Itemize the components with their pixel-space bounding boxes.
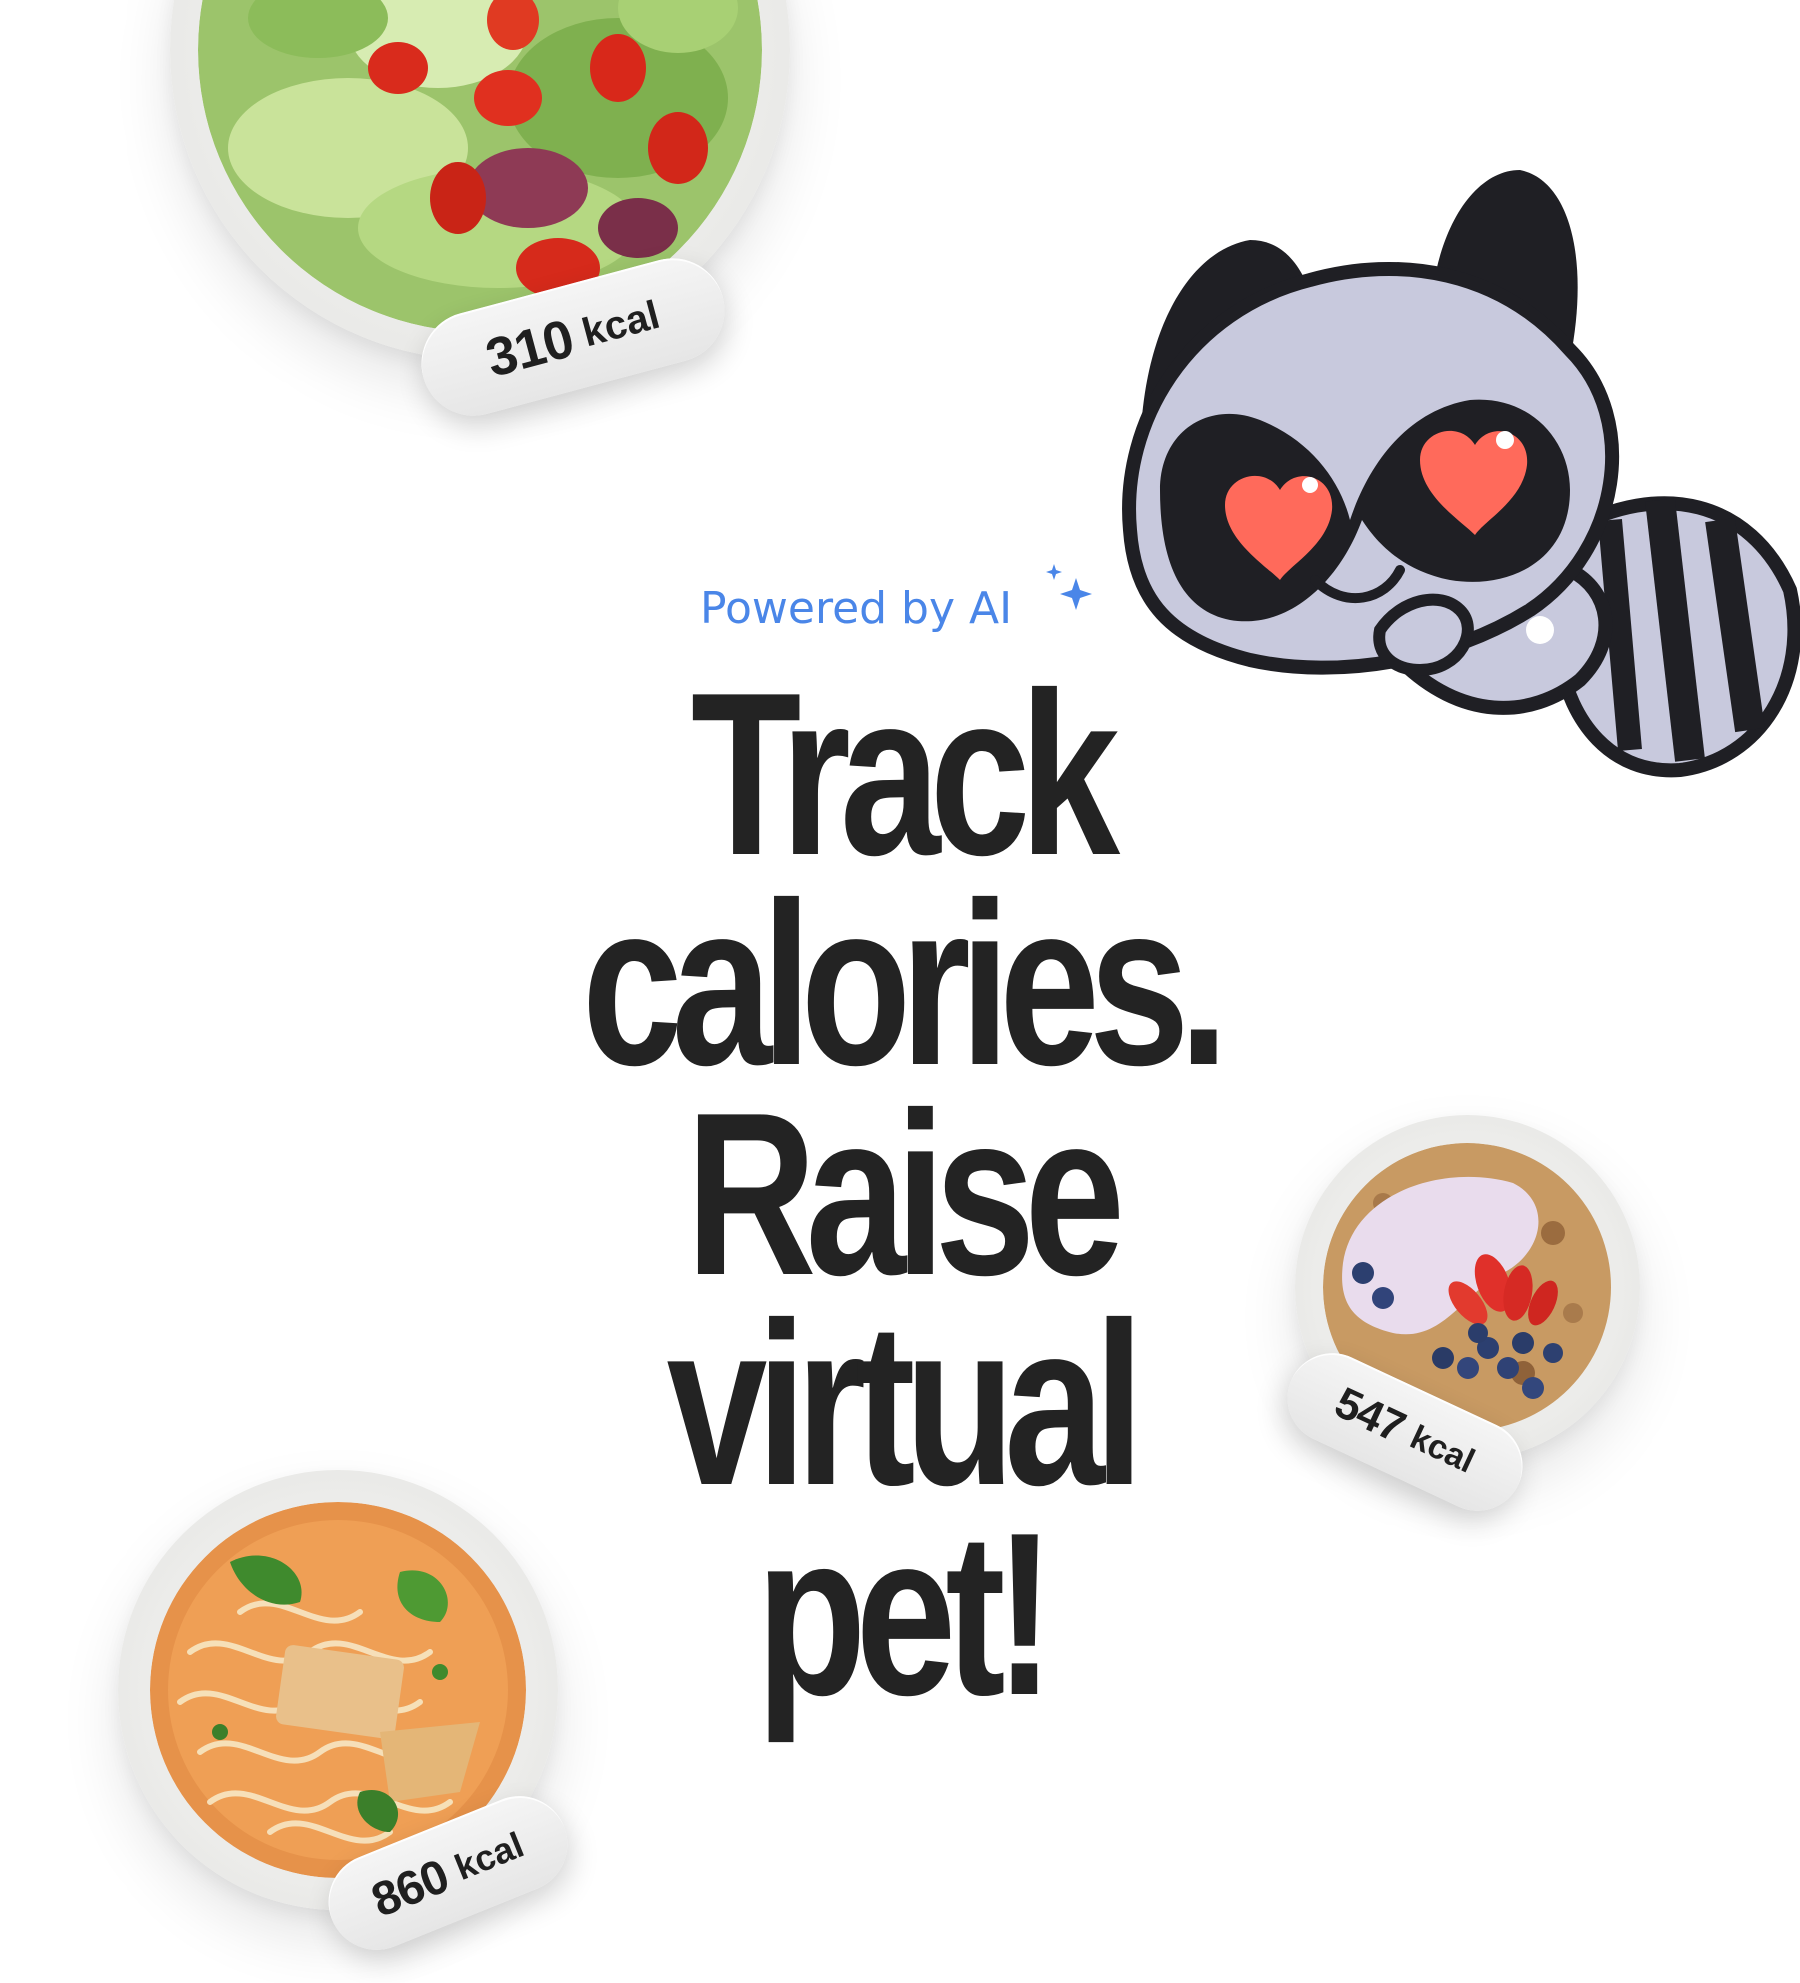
yogurt-calorie-value: 547 <box>1327 1377 1413 1453</box>
headline-line-5: pet! <box>755 1485 1055 1744</box>
noodle-calorie-value: 860 <box>364 1849 456 1928</box>
headline-line-4: virtual <box>666 1275 1145 1534</box>
headline-line-1: Track <box>690 645 1120 904</box>
headline-line-2: calories. <box>581 855 1229 1114</box>
noodle-calorie-unit: kcal <box>448 1823 530 1888</box>
sparkle-icon <box>1040 560 1100 625</box>
powered-by-ai-label: Powered by AI <box>700 583 1013 634</box>
salad-calorie-unit: kcal <box>577 292 665 356</box>
headline-line-3: Raise <box>685 1065 1125 1324</box>
hero-headline: Track calories. Raise virtual pet! <box>455 645 1344 1744</box>
salad-calorie-value: 310 <box>479 308 580 389</box>
yogurt-calorie-unit: kcal <box>1404 1417 1481 1481</box>
